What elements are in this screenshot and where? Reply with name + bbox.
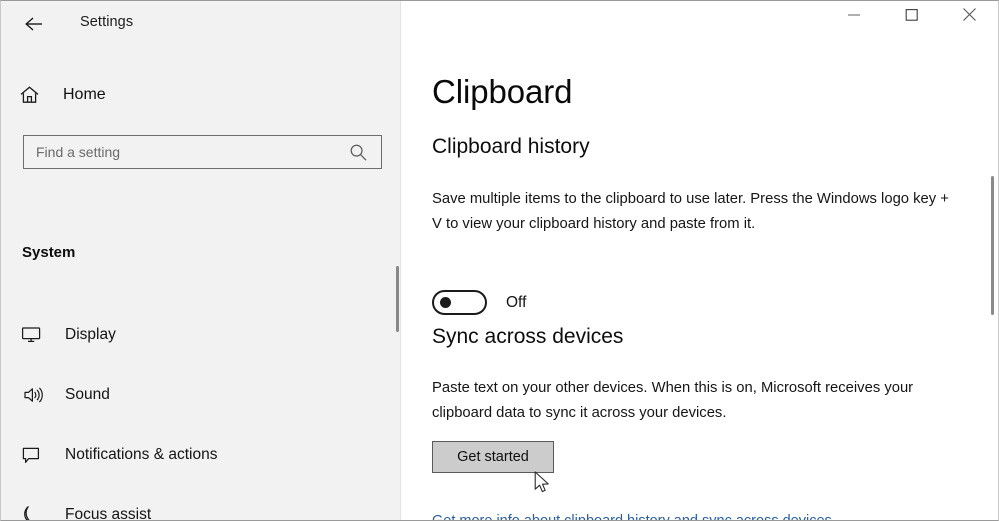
chat-bubble-icon: [21, 446, 49, 465]
home-icon: [19, 85, 49, 105]
sidebar-item-notifications-actions[interactable]: Notifications & actions: [1, 425, 401, 485]
sidebar-item-sound[interactable]: Sound: [1, 365, 401, 425]
sync-across-devices-description: Paste text on your other devices. When t…: [432, 376, 962, 426]
clipboard-history-toggle-state: Off: [506, 294, 526, 312]
search-icon[interactable]: [341, 143, 375, 162]
sidebar-nav-list: Display Sound: [1, 305, 401, 521]
monitor-icon: [21, 326, 49, 344]
sidebar-item-home-label: Home: [63, 86, 106, 104]
minimize-icon: [847, 8, 861, 26]
settings-window: Settings: [0, 0, 999, 521]
clipboard-history-toggle-row: Off: [432, 290, 526, 315]
sidebar-scrollbar-thumb[interactable]: [396, 266, 399, 332]
sidebar-item-display[interactable]: Display: [1, 305, 401, 365]
clipboard-info-link[interactable]: Get more info about clipboard history an…: [432, 513, 832, 521]
search-box[interactable]: [23, 135, 382, 169]
sidebar-item-sound-label: Sound: [65, 386, 110, 404]
sidebar-item-notifications-actions-label: Notifications & actions: [65, 446, 218, 464]
close-icon: [962, 7, 977, 27]
app-title: Settings: [80, 14, 133, 30]
sidebar-item-display-label: Display: [65, 326, 116, 344]
sidebar-item-focus-assist-label: Focus assist: [65, 506, 151, 521]
sidebar-section-header: System: [22, 244, 75, 261]
speaker-icon: [21, 386, 49, 404]
title-bar: Settings: [1, 1, 999, 47]
clipboard-history-toggle[interactable]: [432, 290, 487, 315]
sidebar-item-home[interactable]: Home: [19, 78, 219, 112]
minimize-button[interactable]: [831, 1, 877, 33]
toggle-knob: [440, 297, 451, 308]
back-arrow-icon: [23, 15, 45, 33]
title-bar-left-pane: [1, 1, 401, 47]
maximize-icon: [905, 8, 919, 27]
back-button[interactable]: [15, 7, 53, 41]
get-started-button[interactable]: Get started: [432, 441, 554, 473]
close-button[interactable]: [946, 1, 992, 33]
search-input[interactable]: [24, 137, 341, 167]
clipboard-history-heading: Clipboard history: [432, 135, 590, 159]
clipboard-history-description: Save multiple items to the clipboard to …: [432, 187, 962, 237]
sidebar-item-focus-assist[interactable]: Focus assist: [1, 485, 401, 521]
page-title: Clipboard: [432, 73, 572, 111]
sync-across-devices-heading: Sync across devices: [432, 325, 623, 349]
maximize-button[interactable]: [889, 1, 935, 33]
moon-icon: [21, 505, 49, 521]
content-scrollbar-thumb[interactable]: [991, 176, 994, 315]
sidebar: Home System Displ: [1, 47, 401, 521]
